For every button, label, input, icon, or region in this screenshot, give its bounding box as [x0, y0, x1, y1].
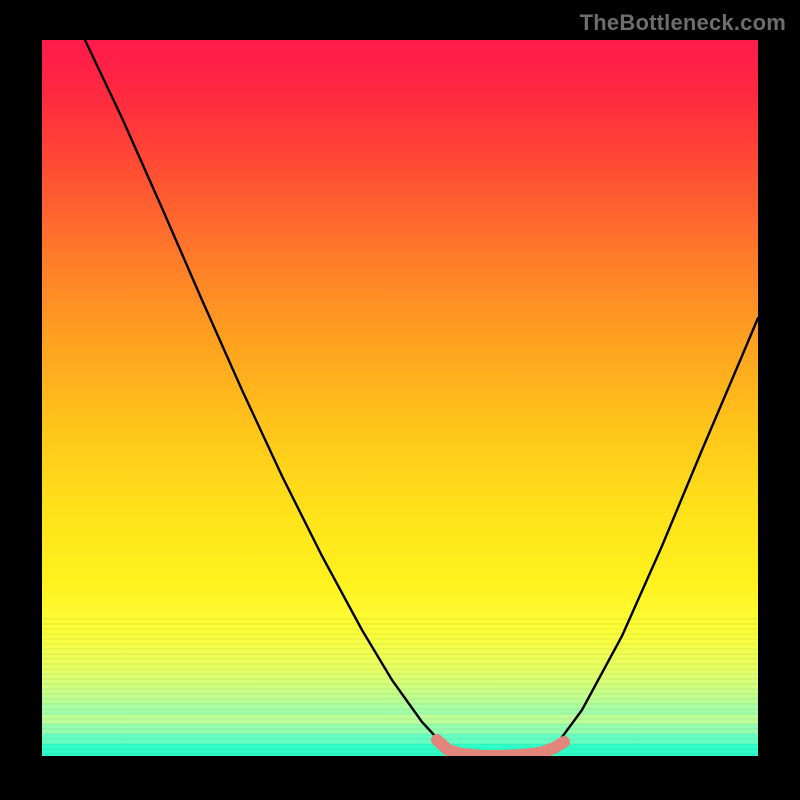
highlight-segment [437, 740, 564, 756]
watermark-text: TheBottleneck.com [580, 10, 786, 36]
curve-svg [42, 40, 758, 756]
bottleneck-curve [85, 40, 758, 756]
plot-area [42, 40, 758, 756]
chart-frame: TheBottleneck.com [0, 0, 800, 800]
